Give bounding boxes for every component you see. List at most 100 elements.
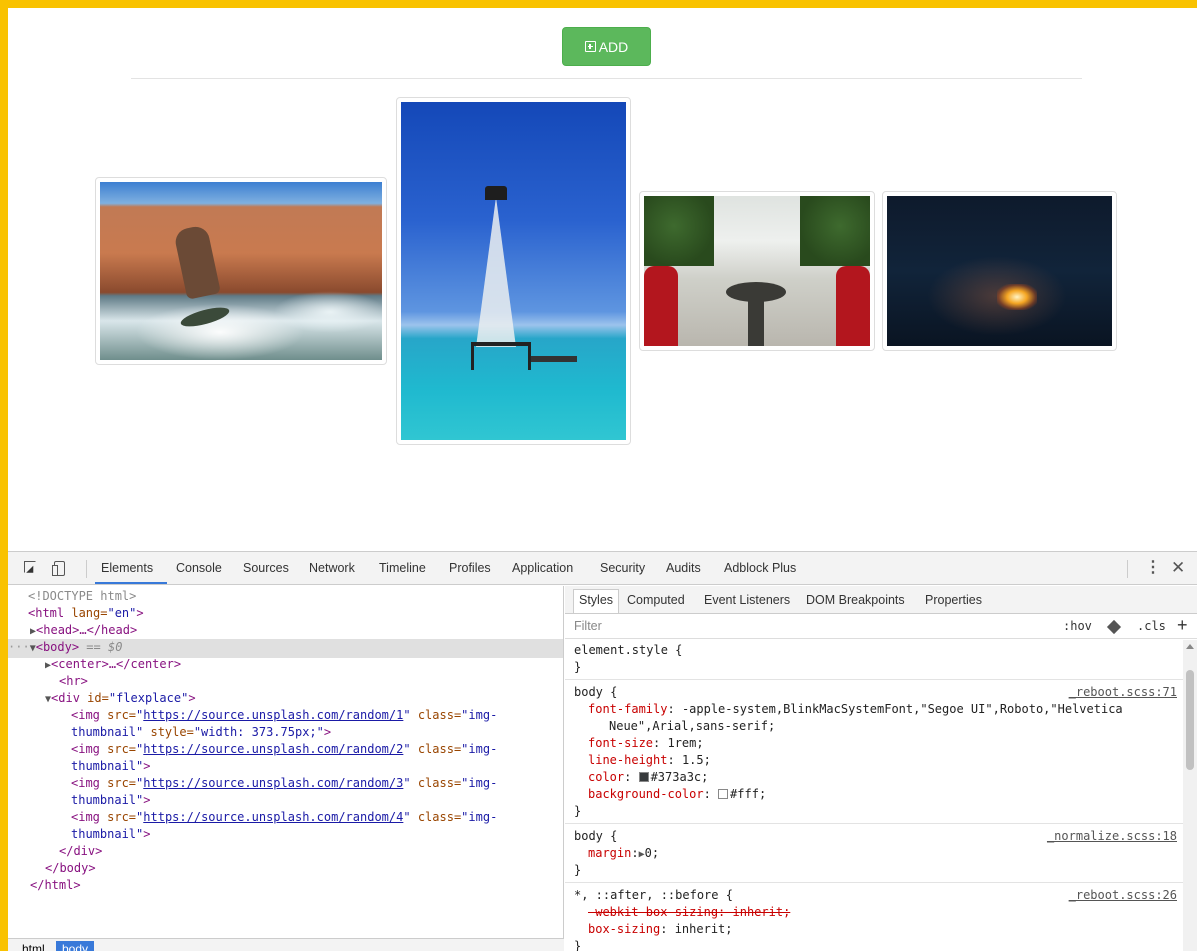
styles-filter-bar: Filter :hov .cls +	[565, 615, 1197, 639]
dom-node-hr[interactable]: <hr>	[59, 673, 563, 690]
rendering-settings-icon[interactable]	[1106, 619, 1122, 635]
filter-input[interactable]: Filter	[574, 619, 602, 633]
img-src-link[interactable]: https://source.unsplash.com/random/2	[143, 742, 403, 756]
tab-event-listeners[interactable]: Event Listeners	[704, 593, 790, 607]
dom-node-body-close[interactable]: </body>	[45, 860, 563, 877]
dom-node-img-2-cont: thumbnail">	[71, 759, 151, 773]
more-options-icon[interactable]: ⋮	[1145, 560, 1161, 576]
device-toolbar-icon[interactable]	[52, 561, 68, 577]
plus-square-icon	[584, 41, 596, 52]
breadcrumb-html[interactable]: html	[16, 941, 51, 951]
decl-font-family[interactable]: font-family: -apple-system,BlinkMacSyste…	[588, 701, 1123, 718]
tab-properties[interactable]: Properties	[925, 593, 982, 607]
tab-sources[interactable]: Sources	[243, 561, 289, 575]
dom-node-img-3-cont: thumbnail">	[71, 793, 151, 807]
rule-body-normalize-selector[interactable]: body {	[574, 828, 617, 845]
rule-brace: }	[574, 660, 582, 674]
toolbar-separator	[1127, 560, 1128, 578]
add-button[interactable]: ADD	[562, 27, 651, 66]
image-thumbnail-3	[639, 191, 875, 351]
img-src-link[interactable]: https://source.unsplash.com/random/3	[143, 776, 403, 790]
tab-console[interactable]: Console	[176, 561, 222, 575]
rule-source-link[interactable]: _reboot.scss:26	[1069, 887, 1177, 904]
wakesurfer-photo	[100, 182, 382, 360]
dom-node-center[interactable]: ▶<center>…</center>	[45, 656, 563, 675]
dom-node-div-close[interactable]: </div>	[59, 843, 563, 860]
rule-body-selector[interactable]: body {	[574, 684, 617, 701]
rule-brace: }	[574, 939, 582, 951]
image-thumbnail-2	[396, 97, 631, 445]
dom-node-head[interactable]: ▶<head>…</head>	[30, 622, 563, 641]
lighthouse-base	[471, 342, 531, 370]
inspect-element-icon[interactable]	[24, 561, 40, 577]
toolbar-separator	[86, 560, 87, 578]
lighthouse-tower	[476, 197, 516, 347]
devtools-toolbar: Elements Console Sources Network Timelin…	[8, 552, 1197, 585]
styles-tab-bar: Styles Computed Event Listeners DOM Brea…	[565, 586, 1197, 614]
rule-brace: }	[574, 863, 582, 877]
img-src-link[interactable]: https://source.unsplash.com/random/4	[143, 810, 403, 824]
tab-profiles[interactable]: Profiles	[449, 561, 491, 575]
hov-toggle[interactable]: :hov	[1063, 619, 1092, 633]
dom-node-img-1[interactable]: <img src="https://source.unsplash.com/ra…	[71, 707, 563, 724]
decl-webkit-box-sizing-overridden[interactable]: -webkit-box-sizing: inherit;	[588, 904, 790, 921]
tab-application[interactable]: Application	[512, 561, 573, 575]
decl-color[interactable]: color: #373a3c;	[588, 769, 708, 786]
dom-node-html[interactable]: <html lang="en">	[28, 605, 563, 622]
dom-node-img-3[interactable]: <img src="https://source.unsplash.com/ra…	[71, 775, 563, 792]
dom-node-html-close[interactable]: </html>	[30, 877, 563, 894]
decl-line-height[interactable]: line-height: 1.5;	[588, 752, 711, 769]
styles-scrollbar[interactable]	[1183, 640, 1197, 951]
surfboard	[179, 303, 231, 331]
rule-source-link[interactable]: _reboot.scss:71	[1069, 684, 1177, 701]
dom-node-doctype[interactable]: <!DOCTYPE html>	[28, 588, 563, 605]
rule-source-link[interactable]: _normalize.scss:18	[1047, 828, 1177, 845]
decl-font-size[interactable]: font-size: 1rem;	[588, 735, 704, 752]
dom-tree: <!DOCTYPE html> <html lang="en"> ▶<head>…	[8, 586, 564, 938]
tab-dom-breakpoints[interactable]: DOM Breakpoints	[806, 593, 905, 607]
color-swatch[interactable]	[718, 789, 729, 799]
close-devtools-icon[interactable]: ✕	[1171, 558, 1185, 578]
tab-timeline[interactable]: Timeline	[379, 561, 426, 575]
tree-right	[800, 196, 870, 266]
campfire-photo	[887, 196, 1112, 346]
dom-node-img-2[interactable]: <img src="https://source.unsplash.com/ra…	[71, 741, 563, 758]
breadcrumb-body[interactable]: body	[56, 941, 95, 951]
rule-element-style[interactable]: element.style {	[574, 642, 682, 659]
dom-node-body-selected[interactable]: ···▼<body> == $0	[8, 639, 563, 658]
breadcrumb: html body	[8, 938, 564, 951]
rule-divider	[565, 823, 1183, 824]
tab-security[interactable]: Security	[600, 561, 645, 575]
cls-toggle[interactable]: .cls	[1137, 619, 1166, 633]
tab-audits[interactable]: Audits	[666, 561, 701, 575]
rule-divider	[565, 679, 1183, 680]
scrollbar-thumb[interactable]	[1186, 670, 1194, 770]
tab-network[interactable]: Network	[309, 561, 355, 575]
lighthouse-lantern	[485, 186, 507, 200]
decl-box-sizing[interactable]: box-sizing: inherit;	[588, 921, 733, 938]
image-thumbnail-1	[95, 177, 387, 365]
tree-left	[644, 196, 714, 266]
lighthouse-photo	[401, 102, 626, 440]
rule-brace: }	[574, 804, 582, 818]
color-swatch[interactable]	[638, 772, 649, 782]
rule-universal-selector[interactable]: *, ::after, ::before {	[574, 887, 733, 904]
decl-margin[interactable]: margin:▶0;	[588, 845, 659, 864]
dom-node-img-4-cont: thumbnail">	[71, 827, 151, 841]
decl-font-family-cont: Neue",Arial,sans-serif;	[609, 719, 776, 733]
decl-background-color[interactable]: background-color: #fff;	[588, 786, 766, 803]
tab-adblock-plus[interactable]: Adblock Plus	[724, 561, 796, 575]
dom-node-div-flexplace[interactable]: ▼<div id="flexplace">	[45, 690, 563, 709]
scroll-up-arrow-icon[interactable]	[1186, 644, 1194, 649]
add-button-label: ADD	[598, 38, 629, 55]
tab-computed[interactable]: Computed	[627, 593, 685, 607]
styles-sidebar: Styles Computed Event Listeners DOM Brea…	[565, 586, 1197, 951]
tab-styles[interactable]: Styles	[573, 589, 620, 613]
img-src-link[interactable]: https://source.unsplash.com/random/1	[143, 708, 403, 722]
dom-node-img-4[interactable]: <img src="https://source.unsplash.com/ra…	[71, 809, 563, 826]
tab-elements[interactable]: Elements	[101, 561, 153, 575]
guard-right	[836, 266, 870, 346]
divider	[131, 78, 1082, 79]
new-rule-icon[interactable]: +	[1177, 615, 1188, 636]
guards-photo	[644, 196, 870, 346]
